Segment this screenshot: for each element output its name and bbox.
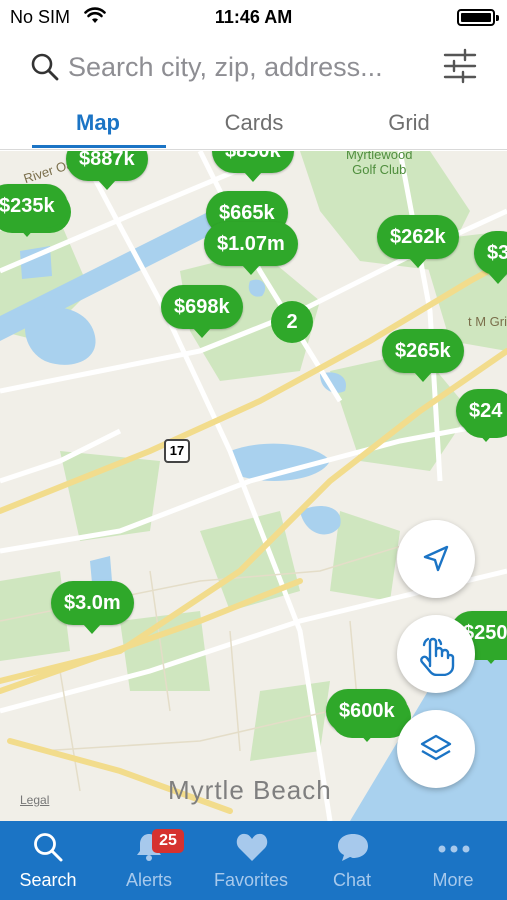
alerts-badge: 25 <box>152 829 184 853</box>
listing-cluster[interactable]: 2 <box>271 301 313 343</box>
bottom-tab-bar: Search 25 Alerts Favorites Chat More <box>0 821 507 900</box>
map-layers-button[interactable] <box>397 710 475 788</box>
nav-search-label: Search <box>19 870 77 890</box>
nav-more[interactable]: More <box>403 821 503 900</box>
tab-grid[interactable]: Grid <box>344 110 474 136</box>
clock: 11:46 AM <box>214 7 293 27</box>
nav-search[interactable]: Search <box>0 821 98 900</box>
search-icon <box>30 52 60 87</box>
nav-favorites-label: Favorites <box>213 870 289 890</box>
price-pin[interactable]: $265k <box>382 329 464 382</box>
chat-bubble-icon <box>338 834 368 861</box>
price-pin[interactable]: $235k <box>0 184 68 237</box>
battery-icon <box>457 9 499 26</box>
layers-icon <box>420 734 452 761</box>
nav-alerts-label: Alerts <box>125 870 172 890</box>
search-bar <box>0 38 507 96</box>
search-input[interactable] <box>68 48 428 86</box>
price-pin[interactable]: $698k <box>161 285 243 338</box>
nav-more-label: More <box>432 870 474 890</box>
price-pin[interactable]: $600k <box>326 689 408 742</box>
more-dots-icon <box>438 845 470 853</box>
price-pin[interactable]: $3.0m <box>51 581 134 634</box>
price-pin[interactable]: $24 <box>456 389 507 442</box>
heart-icon <box>236 833 268 861</box>
draw-area-button[interactable] <box>397 615 475 693</box>
nav-alerts[interactable]: 25 Alerts <box>99 821 199 900</box>
nav-chat[interactable]: Chat <box>302 821 402 900</box>
legal-link[interactable]: Legal <box>20 793 49 807</box>
navigation-arrow-icon <box>423 545 449 572</box>
tab-map[interactable]: Map <box>33 110 163 136</box>
map-view[interactable]: River Oaks Dr t M Gri Myrtlewood Golf Cl… <box>0 151 507 821</box>
nav-favorites[interactable]: Favorites <box>201 821 301 900</box>
road-label: t M Gri <box>468 314 507 329</box>
status-bar: No SIM 11:46 AM <box>0 0 507 34</box>
active-tab-indicator <box>32 145 166 148</box>
view-tabs: Map Cards Grid <box>0 100 507 150</box>
hand-pointer-icon <box>420 637 455 676</box>
search-icon <box>34 833 63 862</box>
golf-club-label: Myrtlewood Golf Club <box>346 151 413 177</box>
nav-chat-label: Chat <box>332 870 372 890</box>
price-pin[interactable]: $850k <box>212 151 294 182</box>
price-pin[interactable]: $262k <box>377 215 459 268</box>
price-pin[interactable]: $1.07m <box>204 222 298 275</box>
highway-shield: 17 <box>164 439 190 463</box>
filter-sliders-icon[interactable] <box>443 48 477 89</box>
locate-me-button[interactable] <box>397 520 475 598</box>
tab-cards[interactable]: Cards <box>189 110 319 136</box>
price-pin[interactable]: $887k <box>66 151 148 190</box>
city-label: Myrtle Beach <box>168 775 332 805</box>
